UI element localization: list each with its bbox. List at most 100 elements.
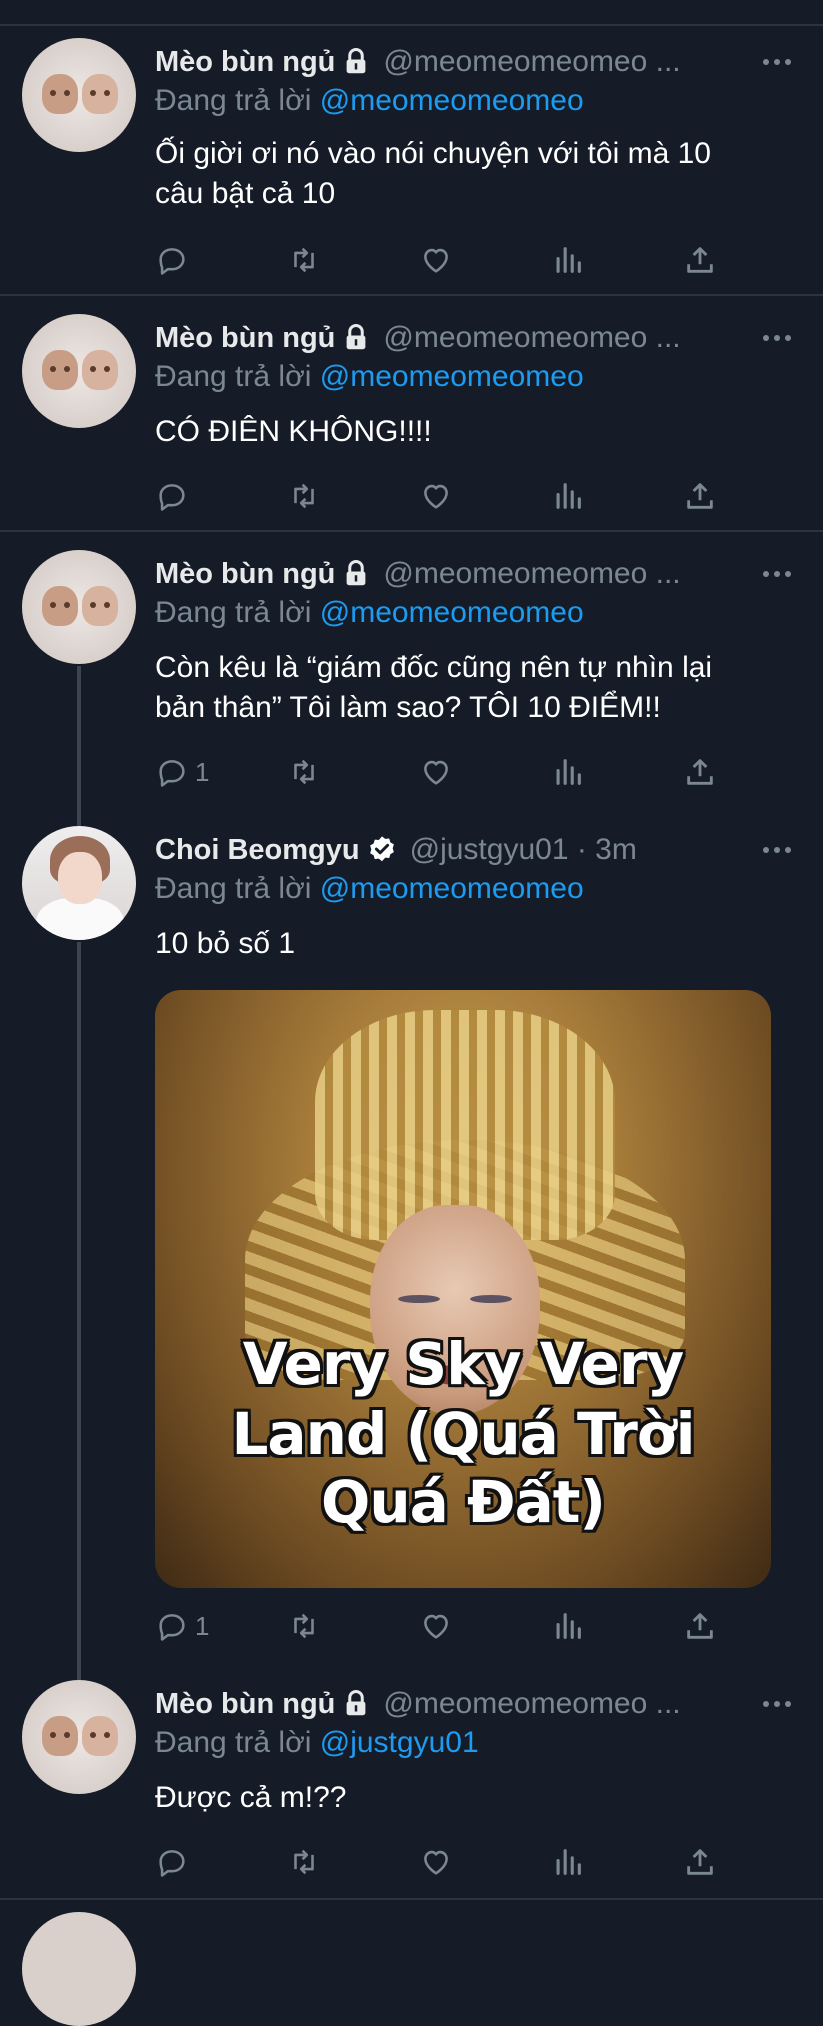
handle[interactable]: @meomeomeomeo ... (383, 45, 680, 79)
reply-prefix: Đang trả lời (155, 872, 312, 905)
more-icon[interactable] (762, 564, 792, 584)
tweet-text-line: Được cả m!?? (155, 1781, 347, 1814)
views-button[interactable] (551, 1606, 585, 1646)
reply-context: Đang trả lời @justgyu01 (155, 1726, 479, 1760)
reply-icon (159, 484, 185, 511)
media-caption-line: Land (Quá Trời (231, 1400, 695, 1468)
like-button[interactable] (419, 752, 453, 792)
thread-line (77, 942, 81, 1680)
like-button[interactable] (419, 240, 453, 280)
reply-icon (159, 1614, 185, 1641)
reply-to-link[interactable]: @justgyu01 (320, 1726, 479, 1759)
top-divider (0, 24, 823, 26)
reply-button[interactable]: 1 (155, 752, 209, 792)
reply-prefix: Đang trả lời (155, 1726, 312, 1759)
tweet-divider (0, 294, 823, 296)
retweet-icon (294, 247, 314, 273)
reply-button[interactable] (155, 240, 189, 280)
like-button[interactable] (419, 1606, 453, 1646)
display-name[interactable]: Mèo bùn ngủ (155, 558, 335, 591)
retweet-button[interactable] (287, 1842, 321, 1882)
like-button[interactable] (419, 476, 453, 516)
reply-to-link[interactable]: @meomeomeomeo (320, 872, 584, 905)
media-caption-line: Quá Đất) (321, 1468, 606, 1536)
heart-icon (424, 1850, 448, 1875)
retweet-button[interactable] (287, 476, 321, 516)
reply-button[interactable]: 1 (155, 1606, 209, 1646)
tweet-text: 10 bỏ số 1 (155, 924, 795, 964)
views-button[interactable] (551, 240, 585, 280)
reply-context: Đang trả lời @meomeomeomeo (155, 872, 584, 906)
tweet-actions (155, 240, 725, 280)
tweet-header: Mèo bùn ngủ @meomeomeomeo ... (155, 1684, 681, 1724)
more-icon[interactable] (762, 52, 792, 72)
retweet-icon (294, 483, 314, 509)
handle[interactable]: @meomeomeomeo ... (383, 321, 680, 355)
handle[interactable]: @justgyu01 · 3m (410, 833, 637, 867)
lock-icon (347, 324, 366, 350)
share-icon (687, 1613, 713, 1639)
reply-prefix: Đang trả lời (155, 596, 312, 629)
display-name[interactable]: Mèo bùn ngủ (155, 322, 335, 355)
share-button[interactable] (683, 1606, 717, 1646)
tweet-divider (0, 530, 823, 532)
like-button[interactable] (419, 1842, 453, 1882)
bar-chart-icon (556, 759, 581, 785)
retweet-icon (294, 1613, 314, 1639)
tweet-text: Còn kêu là “giám đốc cũng nên tự nhìn lạ… (155, 648, 795, 728)
display-name[interactable]: Choi Beomgyu (155, 834, 360, 867)
views-button[interactable] (551, 476, 585, 516)
tweet-media-image[interactable]: Very Sky Very Land (Quá Trời Quá Đất) (155, 990, 771, 1588)
heart-icon (424, 484, 448, 509)
tweet-text-line: CÓ ĐIÊN KHÔNG!!!! (155, 415, 432, 448)
avatar[interactable] (22, 314, 136, 428)
more-icon[interactable] (762, 328, 792, 348)
reply-button[interactable] (155, 476, 189, 516)
display-name[interactable]: Mèo bùn ngủ (155, 46, 335, 79)
tweet-header: Choi Beomgyu @justgyu01 · 3m (155, 830, 637, 870)
handle[interactable]: @meomeomeomeo ... (383, 557, 680, 591)
views-button[interactable] (551, 1842, 585, 1882)
tweet-header: Mèo bùn ngủ @meomeomeomeo ... (155, 42, 681, 82)
avatar[interactable] (22, 38, 136, 152)
avatar[interactable] (22, 826, 136, 940)
reply-to-link[interactable]: @meomeomeomeo (320, 360, 584, 393)
more-icon[interactable] (762, 1694, 792, 1714)
tweet-divider (0, 1898, 823, 1900)
reply-context: Đang trả lời @meomeomeomeo (155, 596, 584, 630)
retweet-icon (294, 1849, 314, 1875)
tweet-header: Mèo bùn ngủ @meomeomeomeo ... (155, 318, 681, 358)
reply-to-link[interactable]: @meomeomeomeo (320, 84, 584, 117)
reply-context: Đang trả lời @meomeomeomeo (155, 84, 584, 118)
share-icon (687, 759, 713, 785)
heart-icon (424, 760, 448, 785)
share-icon (687, 247, 713, 273)
share-button[interactable] (683, 476, 717, 516)
more-icon[interactable] (762, 840, 792, 860)
share-button[interactable] (683, 240, 717, 280)
avatar[interactable] (22, 550, 136, 664)
tweet-text-line: câu bật cả 10 (155, 177, 336, 210)
retweet-button[interactable] (287, 240, 321, 280)
tweet-actions (155, 476, 725, 516)
reply-to-link[interactable]: @meomeomeomeo (320, 596, 584, 629)
bar-chart-icon (556, 1613, 581, 1639)
verified-badge-icon (369, 836, 394, 862)
share-button[interactable] (683, 1842, 717, 1882)
reply-button[interactable] (155, 1842, 189, 1882)
tweet-actions: 1 (155, 1606, 725, 1646)
retweet-button[interactable] (287, 1606, 321, 1646)
lock-icon (347, 1690, 366, 1716)
lock-icon (347, 48, 366, 74)
retweet-button[interactable] (287, 752, 321, 792)
views-button[interactable] (551, 752, 585, 792)
reply-context: Đang trả lời @meomeomeomeo (155, 360, 584, 394)
share-button[interactable] (683, 752, 717, 792)
display-name[interactable]: Mèo bùn ngủ (155, 1688, 335, 1721)
handle[interactable]: @meomeomeomeo ... (383, 1687, 680, 1721)
avatar[interactable] (22, 1912, 136, 2026)
thread-line (77, 666, 81, 826)
tweet-text: Ối giời ơi nó vào nói chuyện với tôi mà … (155, 134, 795, 214)
avatar[interactable] (22, 1680, 136, 1794)
tweet-text: Được cả m!?? (155, 1778, 795, 1818)
